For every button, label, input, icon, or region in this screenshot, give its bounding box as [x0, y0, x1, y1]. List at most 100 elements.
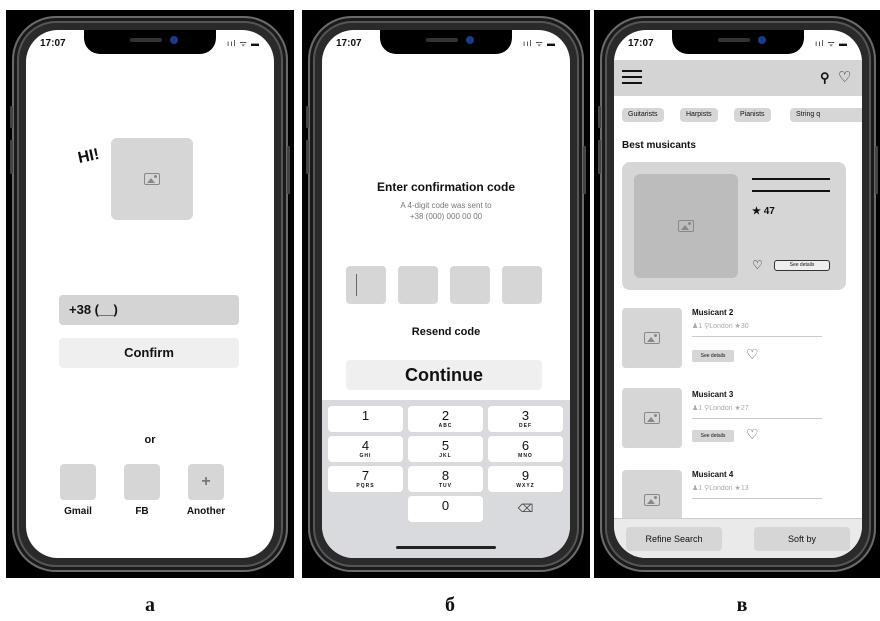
- key-number: 4: [361, 438, 370, 453]
- key-2[interactable]: 2 ABC: [408, 406, 483, 432]
- code-digit-1[interactable]: [346, 266, 386, 304]
- status-icons: ııl ᯤ ▬: [523, 39, 556, 48]
- caption-c: в: [736, 594, 748, 616]
- musician-meta: ♟1 ⚲London ★27: [692, 405, 749, 412]
- notch: [672, 30, 804, 54]
- status-icons: ııl ᯤ ▬: [227, 39, 260, 48]
- another-label: Another: [186, 506, 226, 517]
- greeting-text: HI!: [76, 145, 101, 168]
- chip-pianists[interactable]: Pianists: [734, 108, 771, 122]
- bottom-bar: Refine Search Soft by: [614, 518, 862, 558]
- phone-body: 17:07 ııl ᯤ ▬ Enter confirmation code A …: [306, 16, 586, 572]
- key-letters: ABC: [438, 423, 453, 429]
- screen-musicians: 17:07 ııl ᯤ ▬ ⚲ ♡ Guitarists Harpists Pi…: [614, 30, 862, 558]
- phone-frame-a: 17:07 ııl ᯤ ▬ HI! +38 (__) Confirm or + …: [6, 10, 294, 578]
- confirmation-subtitle: A 4-digit code was sent to +38 (000) 000…: [322, 200, 570, 222]
- key-letters: GHI: [359, 453, 372, 459]
- code-digit-4[interactable]: [502, 266, 542, 304]
- power-button: [583, 146, 586, 194]
- key-number: 5: [441, 438, 450, 453]
- divider: [692, 336, 822, 337]
- key-4[interactable]: 4 GHI: [328, 436, 403, 462]
- key-number: 1: [361, 408, 370, 423]
- volume-button: [10, 140, 13, 174]
- confirm-button[interactable]: Confirm: [59, 338, 239, 368]
- key-letters: MNO: [518, 453, 533, 459]
- favorites-heart-icon[interactable]: ♡: [838, 68, 851, 86]
- logo-image-placeholder: [111, 138, 193, 220]
- musician-name: Musicant 4: [692, 470, 734, 479]
- key-9[interactable]: 9 WXYZ: [488, 466, 563, 492]
- subtitle-phone: +38 (000) 000 00 00: [409, 212, 483, 221]
- gmail-button[interactable]: [60, 464, 96, 500]
- key-3[interactable]: 3 DEF: [488, 406, 563, 432]
- caption-b: б: [445, 594, 455, 616]
- phone-frame-b: 17:07 ııl ᯤ ▬ Enter confirmation code A …: [302, 10, 590, 578]
- heart-icon[interactable]: ♡: [746, 346, 759, 363]
- backspace-icon[interactable]: ⌫: [488, 496, 563, 522]
- image-icon: [644, 412, 660, 424]
- search-icon[interactable]: ⚲: [820, 70, 830, 86]
- status-time: 17:07: [628, 38, 654, 49]
- image-icon: [678, 220, 694, 232]
- status-time: 17:07: [336, 38, 362, 49]
- key-letters: WXYZ: [516, 483, 535, 489]
- phone-body: 17:07 ııl ᯤ ▬ ⚲ ♡ Guitarists Harpists Pi…: [598, 16, 878, 572]
- fb-button[interactable]: [124, 464, 160, 500]
- chip-guitarists[interactable]: Guitarists: [622, 108, 664, 122]
- image-icon: [644, 494, 660, 506]
- musician-image-placeholder: [622, 388, 682, 448]
- see-details-button[interactable]: See details: [774, 260, 830, 271]
- resend-code-link[interactable]: Resend code: [322, 326, 570, 338]
- key-0[interactable]: 0: [408, 496, 483, 522]
- image-icon: [644, 332, 660, 344]
- power-button: [875, 146, 878, 194]
- see-details-button[interactable]: See details: [692, 430, 734, 442]
- phone-frame-c: 17:07 ııl ᯤ ▬ ⚲ ♡ Guitarists Harpists Pi…: [594, 10, 880, 578]
- volume-button: [10, 106, 13, 128]
- numeric-keypad: 1 2 ABC 3 DEF 4 GHI 5 JKL 6 MNO 7 PQRS 8 TUV 9W…: [322, 400, 570, 558]
- code-digit-2[interactable]: [398, 266, 438, 304]
- key-number: 6: [521, 438, 530, 453]
- heart-icon[interactable]: ♡: [746, 426, 759, 443]
- code-digit-3[interactable]: [450, 266, 490, 304]
- title-placeholder-line: [752, 178, 830, 180]
- volume-button: [306, 106, 309, 128]
- key-1[interactable]: 1: [328, 406, 403, 432]
- home-indicator: [396, 546, 496, 549]
- sort-by-button[interactable]: Soft by: [754, 527, 850, 551]
- gmail-label: Gmail: [64, 506, 92, 517]
- refine-search-button[interactable]: Refine Search: [626, 527, 722, 551]
- heart-icon[interactable]: ♡: [752, 258, 763, 272]
- featured-rating: ★ 47: [752, 206, 775, 217]
- app-header: ⚲ ♡: [614, 60, 862, 96]
- musician-name: Musicant 2: [692, 308, 734, 317]
- volume-button: [598, 140, 601, 174]
- key-letters: JKL: [439, 453, 452, 459]
- chip-harpists[interactable]: Harpists: [680, 108, 718, 122]
- key-7[interactable]: 7 PQRS: [328, 466, 403, 492]
- key-number: 0: [441, 498, 450, 513]
- status-time: 17:07: [40, 38, 66, 49]
- key-8[interactable]: 8 TUV: [408, 466, 483, 492]
- key-number: 2: [441, 408, 450, 423]
- continue-button[interactable]: Continue: [346, 360, 542, 390]
- or-divider: or: [144, 434, 156, 446]
- another-button[interactable]: +: [188, 464, 224, 500]
- key-number: 7: [361, 468, 370, 483]
- musician-image-placeholder: [622, 308, 682, 368]
- chip-string[interactable]: String q: [790, 108, 862, 122]
- key-5[interactable]: 5 JKL: [408, 436, 483, 462]
- phone-body: 17:07 ııl ᯤ ▬ HI! +38 (__) Confirm or + …: [10, 16, 290, 572]
- key-number: 8: [441, 468, 450, 483]
- status-icons: ııl ᯤ ▬: [815, 39, 848, 48]
- hamburger-menu-icon[interactable]: [622, 70, 642, 84]
- text-cursor: [356, 274, 357, 296]
- key-6[interactable]: 6 MNO: [488, 436, 563, 462]
- volume-button: [306, 140, 309, 174]
- featured-musician-card[interactable]: ★ 47 ♡ See details: [622, 162, 846, 290]
- see-details-button[interactable]: See details: [692, 350, 734, 362]
- phone-input[interactable]: +38 (__): [59, 295, 239, 325]
- section-title: Best musicants: [622, 140, 696, 151]
- key-letters: TUV: [439, 483, 452, 489]
